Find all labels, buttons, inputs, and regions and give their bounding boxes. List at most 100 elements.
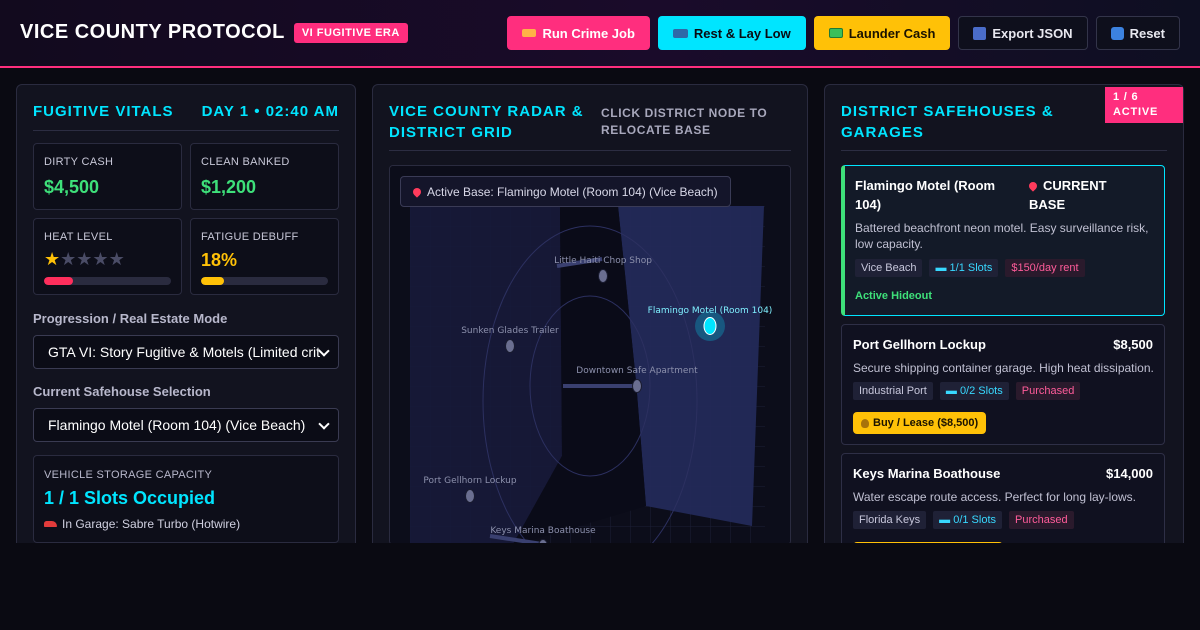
- reset-icon: [1110, 26, 1124, 40]
- rent-tag: $150/day rent: [1005, 259, 1085, 277]
- export-json-label: Export JSON: [992, 25, 1073, 41]
- heat-bar: [44, 277, 171, 285]
- app-title: VICE COUNTY PROTOCOL: [20, 21, 285, 43]
- current-base-line: CURRENT: [1027, 176, 1107, 195]
- clean-banked-value: $1,200: [201, 177, 257, 197]
- fatigue-bar: [201, 277, 328, 285]
- district-node-dot[interactable]: [505, 339, 515, 353]
- radar-title-line: DISTRICT GRID: [389, 124, 513, 141]
- buy-lease-label: Buy / Lease ($8,500): [873, 417, 979, 429]
- safehouse-card-flamingo[interactable]: Flamingo Motel (Room 104) CURRENT BASE B…: [841, 165, 1165, 316]
- radar-hint: CLICK DISTRICT NODE TO RELOCATE BASE: [601, 105, 767, 139]
- rest-lay-low-button[interactable]: Rest & Lay Low: [657, 16, 806, 50]
- slots-text: 0/2 Slots: [959, 385, 1003, 397]
- car-icon: ▬: [945, 385, 960, 397]
- slots-tag: ▬ 0/2 Slots: [939, 382, 1009, 400]
- fugitive-vitals-panel: FUGITIVE VITALS DAY 1 • 02:40 AM DIRTY C…: [16, 84, 356, 554]
- fatigue-value: 18%: [201, 250, 238, 270]
- launder-cash-button[interactable]: Launder Cash: [813, 16, 951, 50]
- top-bar: VICE COUNTY PROTOCOL VI FUGITIVE ERA Run…: [0, 0, 1200, 68]
- district-node-label: Port Gellhorn Lockup: [423, 476, 516, 486]
- clean-banked-label: CLEAN BANKED: [201, 156, 290, 168]
- active-base-chip: Active Base: Flamingo Motel (Room 104) (…: [400, 176, 731, 207]
- radar-hint-line: CLICK DISTRICT NODE TO: [601, 106, 768, 120]
- vitals-header: FUGITIVE VITALS DAY 1 • 02:40 AM: [33, 101, 339, 131]
- storage-label: VEHICLE STORAGE CAPACITY: [44, 469, 213, 481]
- safehouses-title-line: DISTRICT SAFEHOUSES &: [841, 103, 1054, 120]
- safehouse-select-value: Flamingo Motel (Room 104) (Vice Beach): [48, 417, 306, 433]
- status-tag: Purchased: [1015, 382, 1081, 400]
- reset-button[interactable]: Reset: [1095, 16, 1180, 50]
- safehouse-description: Water escape route access. Perfect for l…: [853, 490, 1137, 504]
- bed-icon: [672, 28, 688, 38]
- district-node-dot[interactable]: [465, 489, 475, 503]
- safehouse-description: Battered beachfront neon motel. Easy sur…: [855, 220, 1148, 252]
- heat-bar-fill: [44, 277, 74, 285]
- district-node-dot[interactable]: [598, 269, 608, 283]
- radar-title-line: VICE COUNTY RADAR &: [389, 103, 584, 120]
- floppy-disk-icon: [973, 26, 987, 40]
- district-node-label: Downtown Safe Apartment: [576, 366, 698, 376]
- safehouse-select-label: Current Safehouse Selection: [33, 384, 211, 399]
- storage-value: 1 / 1 Slots Occupied: [44, 488, 216, 508]
- safehouse-name-line: Flamingo Motel (Room: [855, 178, 996, 193]
- district-node-label: Keys Marina Boathouse: [490, 526, 596, 536]
- car-icon: ▬: [935, 262, 950, 274]
- run-crime-job-button[interactable]: Run Crime Job: [507, 16, 650, 50]
- car-icon: ▬: [939, 514, 954, 526]
- era-badge: VI FUGITIVE ERA: [293, 22, 408, 43]
- money-bag-icon: [861, 418, 869, 428]
- active-base-text: Active Base: Flamingo Motel (Room 104) (…: [427, 184, 718, 199]
- safehouse-name: Keys Marina Boathouse: [853, 466, 1001, 481]
- slots-tag: ▬ 1/1 Slots: [929, 259, 999, 277]
- safehouse-name: Flamingo Motel (Room 104): [855, 176, 995, 214]
- radar-panel: VICE COUNTY RADAR & DISTRICT GRID CLICK …: [372, 84, 808, 554]
- safehouse-tags: Vice Beach ▬ 1/1 Slots $150/day rent: [855, 259, 1085, 277]
- current-base-text: CURRENT: [1043, 178, 1107, 193]
- heat-stars: ★★★★★: [44, 249, 125, 270]
- slots-text: 0/1 Slots: [953, 514, 997, 526]
- mode-select-value: GTA VI: Story Fugitive & Motels (Limited…: [48, 344, 321, 360]
- star-empty-icon: ★: [60, 249, 77, 269]
- active-hideout-label: Active Hideout: [855, 290, 933, 302]
- safehouses-title: DISTRICT SAFEHOUSES & GARAGES: [841, 101, 1054, 143]
- star-empty-icon: ★: [92, 249, 109, 269]
- district-tag: Florida Keys: [853, 511, 927, 529]
- district-node-dot[interactable]: [703, 317, 717, 335]
- rest-lay-low-label: Rest & Lay Low: [693, 25, 791, 41]
- run-crime-job-label: Run Crime Job: [542, 25, 635, 41]
- safehouse-name: Port Gellhorn Lockup: [853, 337, 986, 352]
- dirty-cash-card: DIRTY CASH $4,500: [33, 143, 182, 210]
- mode-select[interactable]: GTA VI: Story Fugitive & Motels (Limited…: [33, 335, 339, 369]
- radar-hint-line: RELOCATE BASE: [601, 123, 711, 137]
- safehouse-card-port-gellhorn[interactable]: Port Gellhorn Lockup $8,500 Secure shipp…: [841, 324, 1165, 445]
- slots-text: 1/1 Slots: [949, 262, 993, 274]
- star-filled-icon: ★: [44, 249, 61, 269]
- star-empty-icon: ★: [108, 249, 125, 269]
- fatigue-card: FATIGUE DEBUFF 18%: [190, 218, 339, 295]
- safehouse-price: $8,500: [1113, 337, 1153, 352]
- radar-header: VICE COUNTY RADAR & DISTRICT GRID CLICK …: [389, 101, 791, 151]
- map-pin-icon: [411, 185, 423, 198]
- buy-lease-button[interactable]: Buy / Lease ($8,500): [853, 412, 987, 434]
- fatigue-label: FATIGUE DEBUFF: [201, 231, 299, 243]
- active-count: 1 / 6: [1113, 91, 1139, 103]
- cash-icon: [828, 28, 843, 38]
- heat-level-label: HEAT LEVEL: [44, 231, 113, 243]
- radar-map[interactable]: Little Haiti Chop Shop Flamingo Motel (Ro…: [389, 165, 791, 545]
- reset-label: Reset: [1129, 25, 1165, 41]
- safehouse-select[interactable]: Flamingo Motel (Room 104) (Vice Beach): [33, 408, 339, 442]
- description-line: Battered beachfront neon motel. Easy sur…: [855, 221, 1149, 235]
- district-node-dot[interactable]: [632, 379, 642, 393]
- safehouse-price: $14,000: [1106, 466, 1153, 481]
- garage-vehicle: In Garage: Sabre Turbo (Hotwire): [62, 517, 241, 531]
- current-base-text: BASE: [1029, 197, 1066, 212]
- safehouses-panel: DISTRICT SAFEHOUSES & GARAGES 1 / 6 ACTI…: [824, 84, 1184, 554]
- current-base-status: CURRENT BASE: [1027, 176, 1107, 214]
- launder-cash-label: Launder Cash: [848, 25, 936, 41]
- export-json-button[interactable]: Export JSON: [958, 16, 1088, 50]
- vehicle-storage-card: VEHICLE STORAGE CAPACITY 1 / 1 Slots Occ…: [33, 455, 339, 543]
- action-toolbar: Run Crime Job Rest & Lay Low Launder Cas…: [507, 16, 1180, 50]
- safehouse-card-keys-marina[interactable]: Keys Marina Boathouse $14,000 Water esca…: [841, 453, 1165, 554]
- mode-label: Progression / Real Estate Mode: [33, 311, 228, 326]
